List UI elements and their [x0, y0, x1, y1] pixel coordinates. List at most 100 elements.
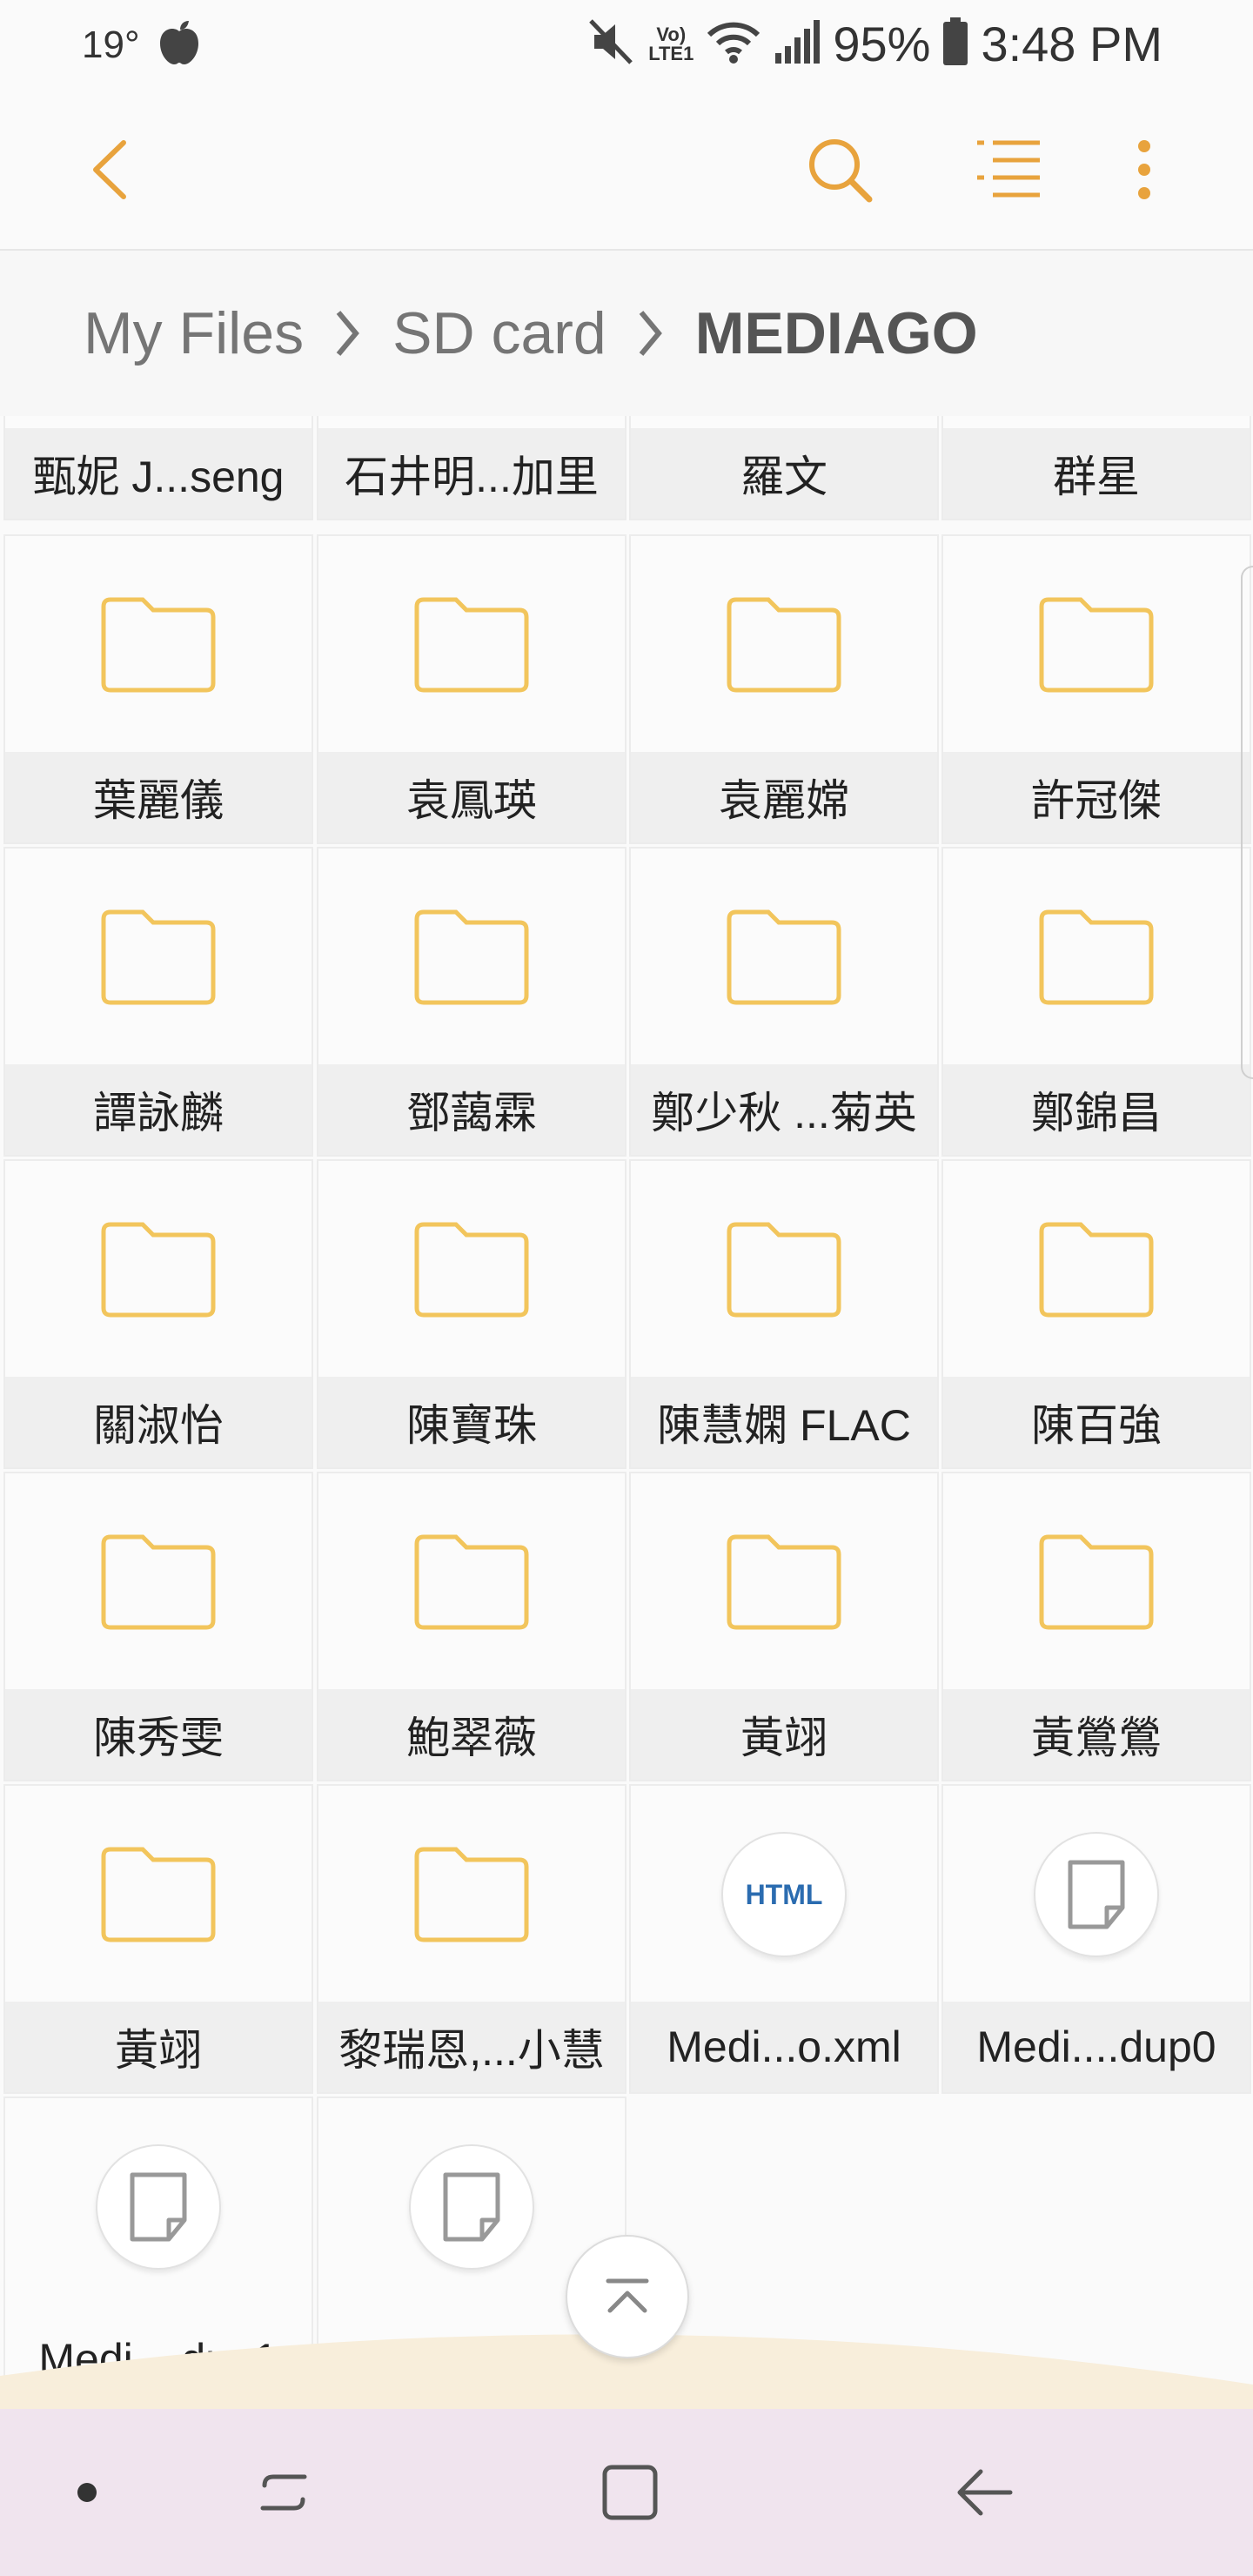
more-options-button[interactable] — [1114, 131, 1175, 209]
folder-name: 陳百強 — [943, 1377, 1250, 1467]
folder-item[interactable]: 陳寶珠 — [317, 1159, 626, 1469]
folder-name: 陳寶珠 — [318, 1377, 625, 1467]
folder-item[interactable]: 石井明...加里 — [317, 416, 626, 520]
folder-icon — [101, 1534, 216, 1630]
folder-name: 黃鶯鶯 — [943, 1689, 1250, 1780]
folder-icon — [414, 1222, 529, 1318]
breadcrumb-current: MEDIAGO — [694, 300, 978, 366]
folder-icon — [727, 1222, 841, 1318]
list-view-icon — [977, 140, 1040, 198]
folder-item[interactable]: 許冠傑 — [941, 534, 1251, 844]
wifi-icon — [706, 19, 761, 69]
folder-name: 甄妮 J...seng — [5, 428, 312, 519]
more-vert-icon — [1138, 140, 1150, 199]
recents-icon — [260, 2474, 307, 2511]
view-mode-button[interactable] — [969, 131, 1048, 209]
folder-icon — [101, 909, 216, 1005]
folder-name: 黃翊 — [5, 2002, 312, 2092]
folder-name: 鄭少秋 ...菊英 — [631, 1064, 937, 1155]
folder-name: 黎瑞恩,...小慧 — [318, 2002, 625, 2092]
status-bar: 19° Vo) LTE1 95% 3:48 PM — [0, 0, 1253, 87]
clock: 3:48 PM — [981, 17, 1163, 71]
app-bar — [0, 87, 1253, 251]
folder-name: 許冠傑 — [943, 752, 1250, 842]
folder-name: 陳慧嫻 FLAC — [631, 1377, 937, 1467]
file-item[interactable]: Medi....dup0 — [941, 1784, 1251, 2094]
folder-icon — [727, 909, 841, 1005]
folder-icon — [414, 1534, 529, 1630]
home-square-icon — [602, 2465, 658, 2520]
file-item[interactable]: HTML Medi...o.xml — [629, 1784, 939, 2094]
signal-icon — [774, 20, 821, 68]
search-button[interactable] — [801, 131, 879, 209]
folder-item[interactable]: 黎瑞恩,...小慧 — [317, 1784, 626, 2094]
breadcrumb-my-files[interactable]: My Files — [84, 299, 304, 367]
folder-item[interactable]: 黃鶯鶯 — [941, 1472, 1251, 1781]
recents-button[interactable] — [249, 2449, 318, 2536]
folder-item[interactable]: 甄妮 J...seng — [3, 416, 313, 520]
back-button[interactable] — [75, 131, 144, 209]
chevron-right-icon — [636, 307, 666, 359]
folder-name: 關淑怡 — [5, 1377, 312, 1467]
folder-icon — [727, 1534, 841, 1630]
folder-icon — [101, 597, 216, 693]
folder-item[interactable]: 關淑怡 — [3, 1159, 313, 1469]
volte-indicator: Vo) LTE1 — [648, 23, 694, 64]
breadcrumb-sd-card[interactable]: SD card — [392, 299, 606, 367]
folder-name: 袁麗嫦 — [631, 752, 937, 842]
chevron-left-icon — [93, 140, 126, 199]
folder-item[interactable]: 鄧藹霖 — [317, 847, 626, 1157]
folder-item[interactable]: 鄭錦昌 — [941, 847, 1251, 1157]
folder-item[interactable]: 羅文 — [629, 416, 939, 520]
folder-name: 陳秀雯 — [5, 1689, 312, 1780]
html-badge: HTML — [745, 1878, 823, 1910]
back-arrow-icon — [957, 2469, 1013, 2516]
dot-icon — [77, 2483, 97, 2502]
folder-icon — [1039, 1534, 1154, 1630]
file-name: Medi...o.xml — [631, 2002, 937, 2092]
folder-name: 葉麗儀 — [5, 752, 312, 842]
html-file-icon: HTML — [721, 1832, 847, 1957]
scroll-top-icon — [606, 2278, 649, 2313]
file-name: Medi....dup0 — [943, 2002, 1250, 2092]
folder-item[interactable]: 葉麗儀 — [3, 534, 313, 844]
folder-icon — [101, 1222, 216, 1318]
home-button[interactable] — [595, 2449, 665, 2536]
back-nav-button[interactable] — [945, 2449, 1023, 2536]
folder-name: 袁鳳瑛 — [318, 752, 625, 842]
folder-icon — [101, 1847, 216, 1942]
folder-item[interactable]: 群星 — [941, 416, 1251, 520]
folder-item[interactable]: 黃翊 — [3, 1784, 313, 2094]
folder-item[interactable]: 譚詠麟 — [3, 847, 313, 1157]
search-icon — [809, 139, 873, 203]
folder-icon — [727, 597, 841, 693]
folder-name: 鄭錦昌 — [943, 1064, 1250, 1155]
navigation-bar — [0, 2409, 1253, 2576]
mute-icon — [587, 17, 636, 70]
folder-item[interactable]: 袁鳳瑛 — [317, 534, 626, 844]
folder-icon — [1039, 1222, 1154, 1318]
folder-item[interactable]: 鮑翠薇 — [317, 1472, 626, 1781]
folder-item[interactable]: 鄭少秋 ...菊英 — [629, 847, 939, 1157]
folder-item[interactable]: 陳百強 — [941, 1159, 1251, 1469]
folder-name: 鮑翠薇 — [318, 1689, 625, 1780]
folder-item[interactable]: 陳秀雯 — [3, 1472, 313, 1781]
folder-item[interactable]: 陳慧嫻 FLAC — [629, 1159, 939, 1469]
folder-item[interactable]: 袁麗嫦 — [629, 534, 939, 844]
folder-name: 羅文 — [631, 428, 937, 519]
folder-icon — [414, 597, 529, 693]
folder-name: 群星 — [943, 428, 1250, 519]
document-icon — [409, 2144, 534, 2270]
folder-name: 譚詠麟 — [5, 1064, 312, 1155]
scroll-to-top-button[interactable] — [566, 2235, 689, 2358]
folder-name: 黃翊 — [631, 1689, 937, 1780]
nav-dot-button[interactable] — [64, 2458, 110, 2527]
file-grid: 甄妮 J...seng 石井明...加里 羅文 群星 葉麗儀 袁鳳瑛 袁麗嫦 許… — [0, 416, 1253, 2405]
folder-name: 石井明...加里 — [318, 428, 625, 519]
battery-percent: 95% — [833, 17, 931, 71]
scrollbar[interactable] — [1241, 566, 1253, 1079]
folder-name: 鄧藹霖 — [318, 1064, 625, 1155]
folder-icon — [1039, 597, 1154, 693]
battery-icon — [942, 17, 968, 70]
folder-item[interactable]: 黃翊 — [629, 1472, 939, 1781]
